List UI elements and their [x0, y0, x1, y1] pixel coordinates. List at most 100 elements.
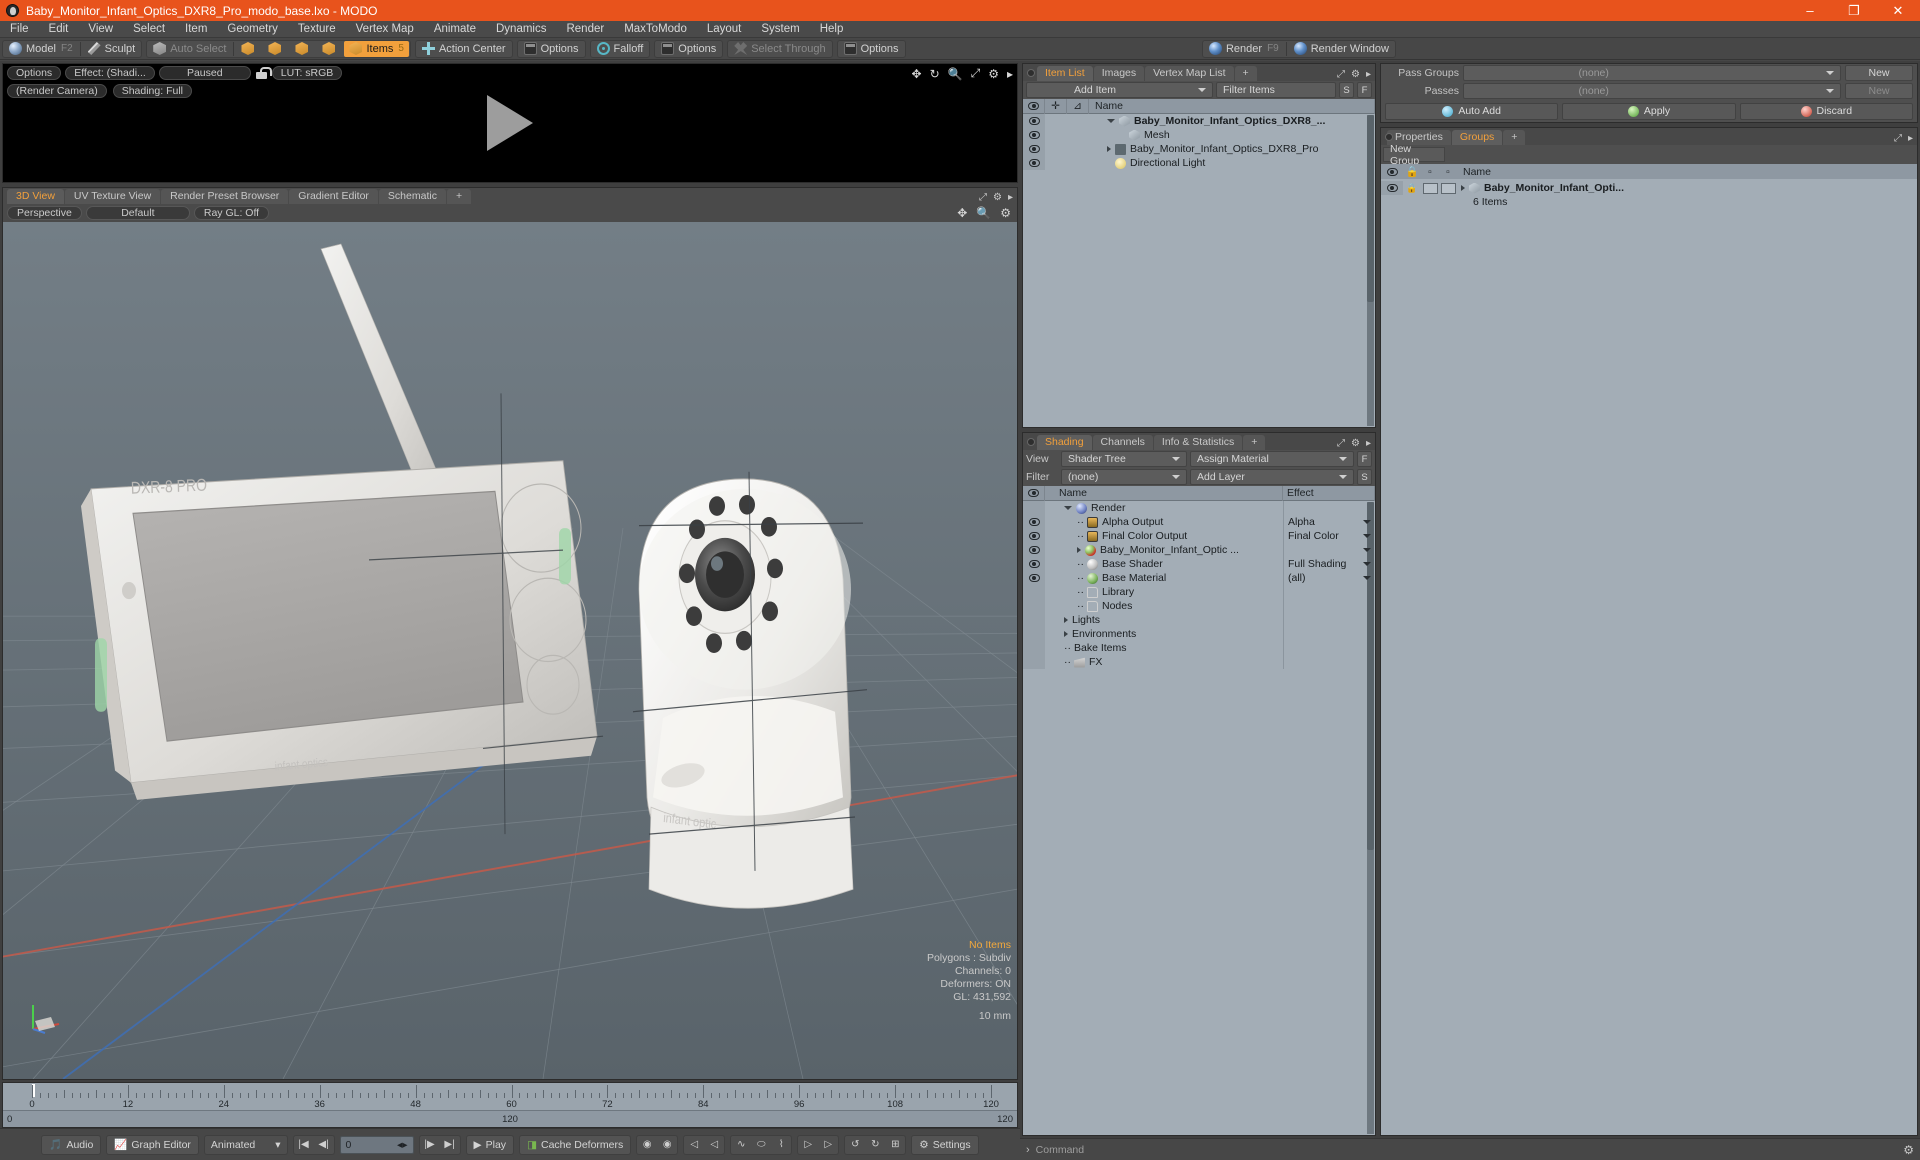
shader-tree-body[interactable]: Render ·· Alpha Output Alpha ·· Final Color O… [1023, 501, 1375, 1135]
maximize-button[interactable]: ❐ [1832, 0, 1876, 21]
edge-mode-button[interactable] [263, 41, 290, 57]
key-shape-button[interactable]: ⬭ [751, 1136, 771, 1154]
table-row[interactable]: Mesh [1023, 128, 1375, 142]
shader-name-cell[interactable]: ·· Library [1045, 586, 1283, 598]
effect-cell[interactable]: Final Color [1283, 529, 1375, 543]
raygl-dropdown[interactable]: Ray GL: Off [193, 206, 270, 220]
tab-3d-view[interactable]: 3D View [7, 189, 64, 204]
shader-name-cell[interactable]: ·· Bake Items [1045, 642, 1283, 654]
timeline-range-bar[interactable]: 0 120 120 [3, 1111, 1017, 1127]
snap-icon[interactable]: ⊞ [885, 1136, 905, 1154]
panel-gear-icon[interactable]: ⚙ [993, 192, 1002, 203]
shading-dropdown[interactable]: Shading: Full [112, 84, 192, 98]
item-list-scrollbar[interactable] [1367, 115, 1374, 426]
effect-cell[interactable]: (all) [1283, 571, 1375, 585]
auto-add-button[interactable]: Auto Add [1385, 102, 1559, 120]
row-visibility-toggle[interactable] [1023, 571, 1045, 585]
settings-button[interactable]: ⚙ Settings [911, 1134, 979, 1155]
pass-groups-dropdown[interactable]: (none) [1463, 65, 1841, 81]
first-key-button[interactable]: ◁ [704, 1136, 724, 1154]
discard-button[interactable]: Discard [1739, 102, 1913, 120]
lock-icon[interactable] [255, 66, 272, 80]
fit-icon[interactable]: ⤢ [971, 66, 981, 81]
menu-file[interactable]: File [0, 21, 39, 38]
menu-dynamics[interactable]: Dynamics [486, 21, 556, 38]
render-camera-dropdown[interactable]: (Render Camera) [7, 84, 107, 98]
action-center-button[interactable]: Action Center [417, 41, 511, 57]
item-name-cell[interactable]: Baby_Monitor_Infant_Optics_DXR8_Pro [1089, 143, 1375, 155]
next-key-button[interactable]: ▷ [798, 1136, 818, 1154]
group-item-name[interactable]: Baby_Monitor_Infant_Opti... [1457, 182, 1917, 194]
animated-dropdown[interactable]: Animated ▾ [203, 1134, 288, 1155]
new-pass-button[interactable]: New [1845, 83, 1913, 99]
menu-select[interactable]: Select [123, 21, 175, 38]
menu-edit[interactable]: Edit [39, 21, 79, 38]
table-row[interactable]: ·· Alpha Output Alpha [1023, 515, 1375, 529]
shader-name-cell[interactable]: ·· Alpha Output [1045, 516, 1283, 528]
go-to-end-button[interactable]: ▶| [440, 1136, 460, 1154]
tab-item-list[interactable]: Item List [1037, 66, 1093, 81]
expand-icon[interactable] [1064, 631, 1068, 637]
row-visibility-toggle[interactable] [1023, 543, 1045, 557]
apply-button[interactable]: Apply [1562, 102, 1736, 120]
new-pass-group-button[interactable]: New [1845, 65, 1913, 81]
effect-cell[interactable] [1283, 543, 1375, 557]
tab-channels[interactable]: Channels [1092, 435, 1153, 450]
item-name-cell[interactable]: Mesh [1089, 129, 1375, 141]
row-visibility-toggle[interactable] [1023, 557, 1045, 571]
shader-name-cell[interactable]: Render [1045, 502, 1283, 514]
shader-name-cell[interactable]: ·· FX [1045, 656, 1283, 668]
close-button[interactable]: ✕ [1876, 0, 1920, 21]
falloff-button[interactable]: Falloff [592, 41, 649, 57]
table-row[interactable]: Environments [1023, 627, 1375, 641]
expand-icon[interactable] [1107, 146, 1111, 152]
table-row[interactable]: ·· Final Color Output Final Color [1023, 529, 1375, 543]
model-mode-button[interactable]: Model F2 [4, 41, 78, 57]
panel-gear-icon[interactable]: ⚙ [1351, 69, 1360, 80]
row-visibility-toggle[interactable] [1023, 515, 1045, 529]
go-to-start-button[interactable]: |◀ [294, 1136, 314, 1154]
tab-uv-texture-view[interactable]: UV Texture View [64, 189, 161, 204]
shader-name-cell[interactable]: ·· Final Color Output [1045, 530, 1283, 542]
view-dropdown[interactable]: Shader Tree [1061, 451, 1187, 467]
preview-lut-dropdown[interactable]: LUT: sRGB [271, 66, 343, 80]
render-button[interactable]: Render F9 [1204, 41, 1284, 57]
filter-items-input[interactable]: Filter Items [1216, 82, 1336, 98]
add-item-dropdown[interactable]: Add Item [1026, 82, 1213, 98]
expand-icon[interactable] [1461, 185, 1465, 191]
panel-chevron-icon[interactable]: ▸ [1908, 133, 1913, 144]
item-name-cell[interactable]: Directional Light [1089, 157, 1375, 169]
table-row[interactable]: ·· FX [1023, 655, 1375, 669]
items-mode-button[interactable]: Items 5 [344, 40, 409, 57]
viewport-zoom-icon[interactable]: 🔍 [976, 206, 991, 220]
assign-material-dropdown[interactable]: Assign Material [1190, 451, 1354, 467]
chevron-right-icon[interactable]: ▸ [1007, 67, 1013, 81]
perspective-dropdown[interactable]: Perspective [7, 206, 82, 220]
cache-deformers-button[interactable]: ◨ Cache Deformers [519, 1134, 632, 1155]
item-list-body[interactable]: Baby_Monitor_Infant_Optics_DXR8_... Mesh B… [1023, 114, 1375, 427]
rotate-right-icon[interactable]: ↻ [865, 1136, 885, 1154]
collapse-icon[interactable] [1064, 506, 1072, 510]
maximize-panel-icon[interactable]: ⤢ [1337, 69, 1345, 80]
table-row[interactable]: ·· Nodes [1023, 599, 1375, 613]
row-visibility-toggle[interactable] [1023, 114, 1045, 128]
polygon-mode-button[interactable] [290, 41, 317, 57]
effect-cell[interactable]: Alpha [1283, 515, 1375, 529]
expand-icon[interactable] [1064, 617, 1068, 623]
row-lock-toggle[interactable]: 🔒 [1403, 183, 1421, 194]
previous-frame-button[interactable]: ◀| [314, 1136, 334, 1154]
row-visibility-toggle[interactable] [1023, 128, 1045, 142]
rotate-left-icon[interactable]: ↺ [845, 1136, 865, 1154]
tab-add-groups-panel[interactable]: + [1503, 130, 1526, 145]
menu-system[interactable]: System [751, 21, 809, 38]
render-window-button[interactable]: Render Window [1289, 41, 1394, 57]
previous-key-button[interactable]: ◁ [684, 1136, 704, 1154]
viewport-pan-icon[interactable]: ✥ [957, 206, 967, 220]
tab-render-preset-browser[interactable]: Render Preset Browser [161, 189, 289, 204]
tab-info-statistics[interactable]: Info & Statistics [1153, 435, 1243, 450]
3d-viewport[interactable]: DXR-8 PRO infant optics infant optic No … [3, 222, 1017, 1079]
table-row[interactable]: Baby_Monitor_Infant_Optics_DXR8_... [1023, 114, 1375, 128]
tab-vertex-map-list[interactable]: Vertex Map List [1145, 66, 1234, 81]
curve-type-button[interactable]: ∿ [731, 1136, 751, 1154]
row-checkbox-b[interactable] [1439, 182, 1457, 194]
